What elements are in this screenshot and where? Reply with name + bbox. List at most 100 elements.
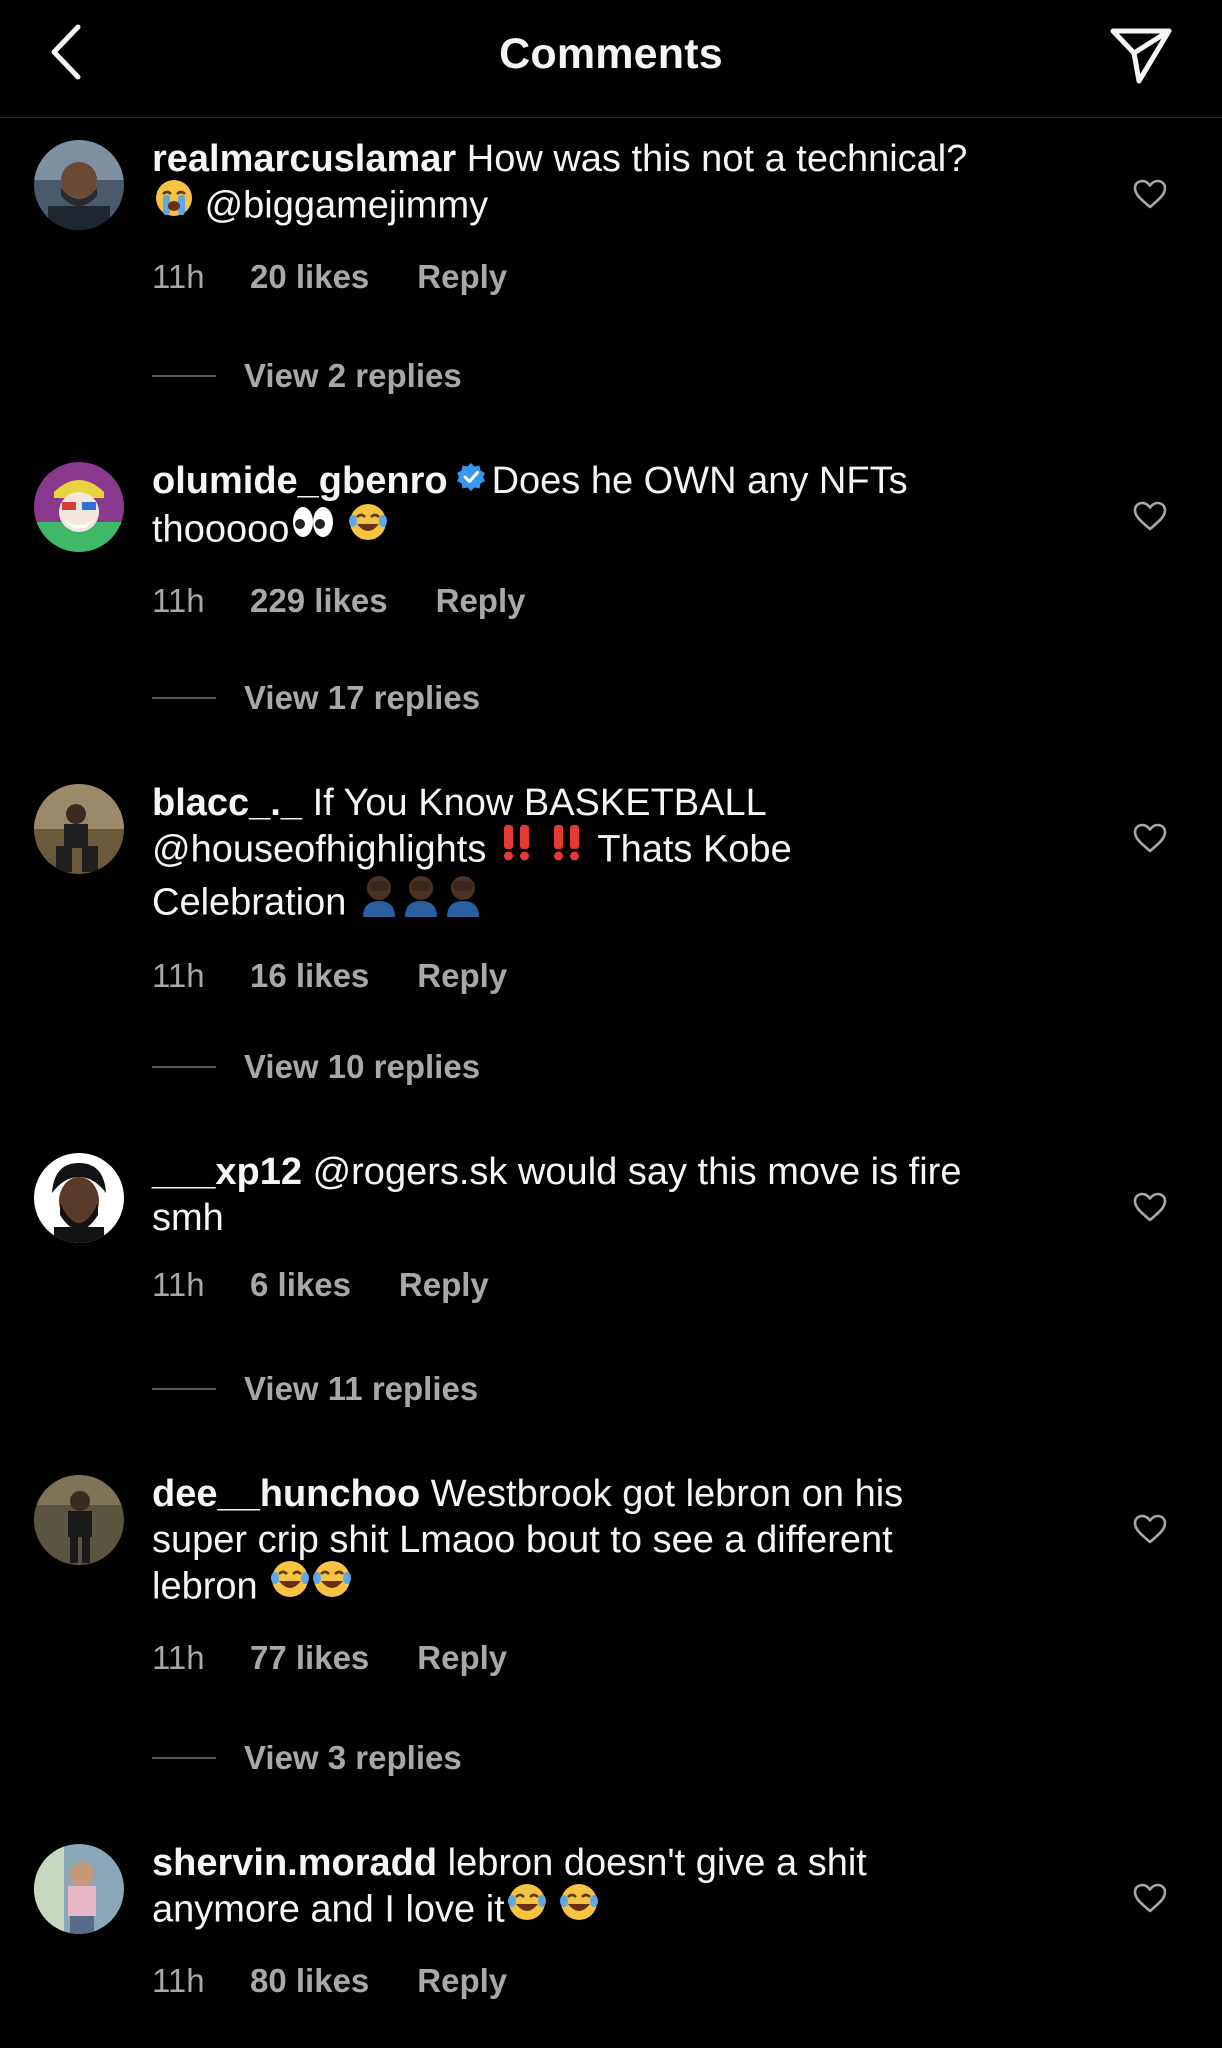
comment-username[interactable]: shervin.moradd — [152, 1842, 437, 1884]
comment-time: 11h — [152, 581, 205, 619]
comment-content: How was this not a technical? — [466, 138, 968, 180]
comment-meta: 11h 16 likes Reply — [152, 956, 1052, 996]
reply-button[interactable]: Reply — [417, 1639, 507, 1677]
divider — [152, 1066, 216, 1068]
comment-content: Celebration — [152, 881, 347, 924]
reply-button[interactable]: Reply — [417, 258, 507, 296]
comment-time: 11h — [152, 1266, 205, 1303]
heart-outline-icon — [1133, 1192, 1167, 1222]
header-bar: Comments — [0, 0, 1222, 118]
comment-content: anymore and I love it — [152, 1888, 505, 1931]
verified-badge-icon — [456, 457, 486, 503]
comment-time: 11h — [152, 1962, 205, 1999]
view-replies-button[interactable]: View 2 replies — [152, 356, 462, 396]
face-with-tears-of-joy-icon — [270, 1559, 310, 1610]
divider — [152, 697, 216, 699]
face-with-tears-of-joy-icon — [312, 1559, 352, 1610]
comment-time: 11h — [152, 1639, 205, 1676]
view-replies-button[interactable]: View 17 replies — [152, 678, 480, 718]
comment-time: 11h — [152, 957, 205, 994]
like-button[interactable] — [1128, 1876, 1172, 1920]
view-replies-label: View 17 replies — [244, 679, 481, 716]
comment-username[interactable]: ___xp12 — [152, 1151, 302, 1193]
view-replies-label: View 11 replies — [244, 1370, 479, 1407]
double-exclamation-mark-icon — [549, 822, 587, 873]
comment-text: olumide_gbenro Does he OWN any NFTs thoo… — [152, 458, 1052, 557]
comment-meta: 11h 229 likes Reply — [152, 581, 1052, 621]
avatar[interactable] — [34, 1153, 124, 1243]
comment-content: If You Know BASKETBALL — [312, 782, 767, 824]
comment-meta: 11h 80 likes Reply — [152, 1961, 1052, 2001]
like-button[interactable] — [1128, 172, 1172, 216]
avatar[interactable] — [34, 462, 124, 552]
comment-content: lebron — [152, 1565, 258, 1608]
comment-mention[interactable]: @houseofhighlights — [152, 829, 486, 871]
comment-content: @rogers.sk would say this move is fire — [312, 1151, 962, 1193]
loudly-crying-face-icon — [154, 178, 194, 229]
view-replies-button[interactable]: View 10 replies — [152, 1047, 480, 1087]
avatar[interactable] — [34, 1844, 124, 1934]
comment-text: shervin.moradd lebron doesn't give a shi… — [152, 1840, 1052, 1937]
person-facepalming-icon — [359, 873, 399, 928]
page-title: Comments — [499, 30, 723, 78]
comment-username[interactable]: realmarcuslamar — [152, 138, 456, 180]
heart-outline-icon — [1133, 1883, 1167, 1913]
view-replies-label: View 3 replies — [244, 1739, 462, 1776]
face-with-tears-of-joy-icon — [348, 502, 388, 553]
like-button[interactable] — [1128, 816, 1172, 860]
share-button[interactable] — [1106, 20, 1176, 90]
avatar[interactable] — [34, 784, 124, 874]
view-replies-button[interactable]: View 3 replies — [152, 1738, 462, 1778]
reply-button[interactable]: Reply — [399, 1266, 489, 1304]
divider — [152, 1757, 216, 1759]
comment-text: realmarcuslamar How was this not a techn… — [152, 136, 1052, 233]
comment-content: Thats Kobe — [597, 828, 792, 871]
double-exclamation-mark-icon — [499, 822, 537, 873]
divider — [152, 1388, 216, 1390]
comment-likes[interactable]: 77 likes — [250, 1639, 369, 1677]
like-button[interactable] — [1128, 494, 1172, 538]
avatar[interactable] — [34, 140, 124, 230]
heart-outline-icon — [1133, 1514, 1167, 1544]
eyes-icon — [291, 502, 335, 553]
avatar[interactable] — [34, 1475, 124, 1565]
comment-meta: 11h 20 likes Reply — [152, 257, 1052, 297]
comment-content: smh — [152, 1197, 224, 1239]
comment-text: dee__hunchoo Westbrook got lebron on his… — [152, 1471, 1052, 1614]
like-button[interactable] — [1128, 1185, 1172, 1229]
face-with-tears-of-joy-icon — [507, 1882, 547, 1933]
comment-content: Does he OWN any NFTs — [491, 460, 908, 502]
comment-likes[interactable]: 80 likes — [250, 1962, 369, 2000]
comment-likes[interactable]: 6 likes — [250, 1266, 351, 1304]
comment-time: 11h — [152, 258, 205, 295]
comment-mention[interactable]: @biggamejimmy — [205, 185, 489, 227]
view-replies-label: View 2 replies — [244, 357, 462, 394]
reply-button[interactable]: Reply — [436, 582, 526, 620]
comment-username[interactable]: blacc_._ — [152, 782, 302, 824]
comment-content: super crip shit Lmaoo bout to see a diff… — [152, 1519, 893, 1561]
view-replies-button[interactable]: View 11 replies — [152, 1369, 478, 1409]
comment-username[interactable]: dee__hunchoo — [152, 1473, 420, 1515]
reply-button[interactable]: Reply — [417, 1962, 507, 2000]
comment-meta: 11h 6 likes Reply — [152, 1265, 1052, 1305]
comment-text: blacc_._ If You Know BASKETBALL @houseof… — [152, 780, 1052, 932]
divider — [152, 375, 216, 377]
reply-button[interactable]: Reply — [417, 957, 507, 995]
paper-plane-icon — [1110, 28, 1172, 84]
face-with-tears-of-joy-icon — [559, 1882, 599, 1933]
comment-meta: 11h 77 likes Reply — [152, 1638, 1052, 1678]
comment-text: ___xp12 @rogers.sk would say this move i… — [152, 1149, 1052, 1241]
heart-outline-icon — [1133, 179, 1167, 209]
person-facepalming-icon — [401, 873, 441, 928]
comment-content: Westbrook got lebron on his — [430, 1473, 904, 1515]
person-facepalming-icon — [443, 873, 483, 928]
comment-likes[interactable]: 20 likes — [250, 258, 369, 296]
comment-content: lebron doesn't give a shit — [447, 1842, 867, 1884]
like-button[interactable] — [1128, 1507, 1172, 1551]
comment-content: thooooo — [152, 508, 290, 551]
comment-likes[interactable]: 229 likes — [250, 582, 388, 620]
view-replies-label: View 10 replies — [244, 1048, 481, 1085]
comment-username[interactable]: olumide_gbenro — [152, 460, 448, 502]
heart-outline-icon — [1133, 823, 1167, 853]
comment-likes[interactable]: 16 likes — [250, 957, 369, 995]
